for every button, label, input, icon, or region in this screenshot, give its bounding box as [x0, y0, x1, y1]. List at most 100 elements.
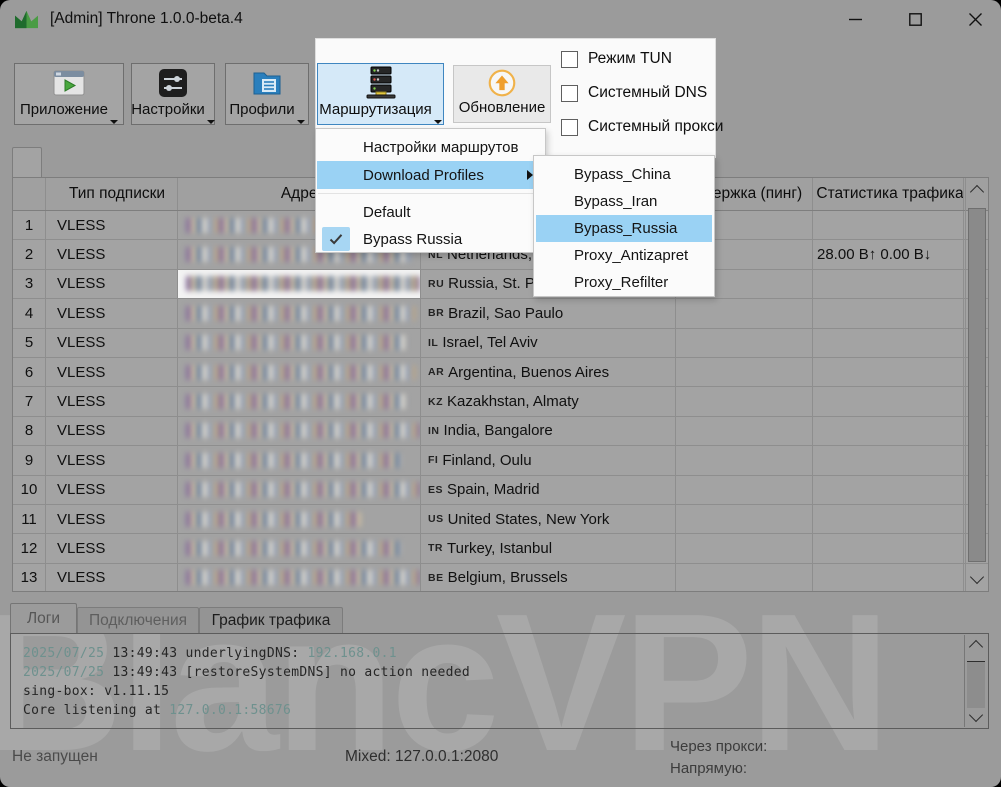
system-dns-checkbox[interactable]: Системный DNS — [561, 84, 707, 102]
table-row[interactable]: 9VLESSFIFinland, Oulu — [13, 446, 988, 475]
table-body: 1VLESS2VLESSNLNetherlands,28.00 B↑ 0.00 … — [13, 211, 988, 592]
settings-button[interactable]: Настройки — [131, 63, 215, 125]
redacted-address — [186, 365, 416, 380]
scroll-up-icon[interactable] — [970, 185, 984, 199]
table-cell: ILIsrael, Tel Aviv — [421, 329, 676, 357]
table-row[interactable]: 6VLESSARArgentina, Buenos Aires — [13, 358, 988, 387]
submenu-item-proxy_refilter[interactable]: Proxy_Refilter — [536, 269, 712, 296]
submenu-item-bypass_china[interactable]: Bypass_China — [536, 161, 712, 188]
tun-mode-checkbox[interactable]: Режим TUN — [561, 50, 672, 68]
table-cell — [676, 505, 813, 533]
table-row[interactable]: 5VLESSILIsrael, Tel Aviv — [13, 329, 988, 358]
group-tab[interactable] — [12, 147, 42, 177]
table-cell: FIFinland, Oulu — [421, 446, 676, 474]
menu-item-default[interactable]: Default — [317, 198, 544, 226]
scroll-up-icon[interactable] — [969, 640, 983, 654]
table-cell — [813, 299, 964, 327]
table-cell: BRBrazil, Sao Paulo — [421, 299, 676, 327]
table-cell: VLESS — [46, 270, 178, 298]
redacted-address — [186, 482, 420, 497]
routing-button[interactable]: Маршрутизация — [317, 63, 444, 125]
bottom-tabbar: Логи Подключения График трафика — [0, 603, 1001, 634]
country-name: Argentina, Buenos Aires — [448, 364, 609, 381]
sliders-icon — [158, 65, 188, 101]
redacted-address — [186, 541, 401, 556]
application-button[interactable]: Приложение — [14, 63, 124, 125]
table-cell: 28.00 B↑ 0.00 B↓ — [813, 240, 964, 268]
checkbox-box-icon — [561, 51, 578, 68]
maximize-button[interactable] — [892, 0, 938, 38]
checkbox-box-icon — [561, 119, 578, 136]
scrollbar-thumb[interactable] — [967, 661, 985, 708]
header-num[interactable] — [13, 178, 46, 210]
tab-connections[interactable]: Подключения — [77, 607, 199, 634]
window-title: [Admin] Throne 1.0.0-beta.4 — [50, 10, 243, 28]
country-name: Brazil, Sao Paulo — [448, 305, 563, 322]
table-cell: 3 — [13, 270, 46, 298]
menu-item-label: Bypass Russia — [363, 231, 462, 248]
table-cell — [676, 564, 813, 592]
menu-item-route-settings[interactable]: Настройки маршрутов — [317, 133, 544, 161]
menu-separator — [318, 193, 543, 194]
country-code: RU — [428, 278, 444, 290]
redacted-address — [186, 512, 361, 527]
table-cell — [813, 329, 964, 357]
table-cell: VLESS — [46, 476, 178, 504]
table-cell: VLESS — [46, 240, 178, 268]
tab-logs[interactable]: Логи — [10, 603, 77, 634]
table-row[interactable]: 12VLESSTRTurkey, Istanbul — [13, 534, 988, 563]
table-cell: 2 — [13, 240, 46, 268]
table-row[interactable]: 8VLESSINIndia, Bangalore — [13, 417, 988, 446]
tab-traffic-graph[interactable]: График трафика — [199, 607, 343, 634]
table-cell — [813, 387, 964, 415]
table-row[interactable]: 4VLESSBRBrazil, Sao Paulo — [13, 299, 988, 328]
close-button[interactable] — [952, 0, 998, 38]
chevron-down-icon — [110, 120, 118, 124]
table-cell: 1 — [13, 211, 46, 239]
table-cell — [813, 534, 964, 562]
routing-menu: Настройки маршрутов Download Profiles De… — [315, 128, 546, 253]
submenu-item-bypass_iran[interactable]: Bypass_Iran — [536, 188, 712, 215]
table-cell: 13 — [13, 564, 46, 592]
redacted-address — [186, 306, 416, 321]
table-row[interactable]: 11VLESSUSUnited States, New York — [13, 505, 988, 534]
table-row[interactable]: 13VLESSBEBelgium, Brussels — [13, 564, 988, 592]
table-row[interactable]: 10VLESSESSpain, Madrid — [13, 476, 988, 505]
table-cell — [676, 534, 813, 562]
table-cell — [676, 476, 813, 504]
table-row[interactable]: 7VLESSKZKazakhstan, Almaty — [13, 387, 988, 416]
country-code: IN — [428, 425, 440, 437]
header-traffic[interactable]: Статистика трафика — [813, 178, 964, 210]
submenu-item-proxy_antizapret[interactable]: Proxy_Antizapret — [536, 242, 712, 269]
table-cell: VLESS — [46, 564, 178, 592]
redacted-address — [186, 276, 420, 291]
header-type[interactable]: Тип подписки — [46, 178, 178, 210]
country-name: Kazakhstan, Almaty — [447, 393, 579, 410]
table-cell: ARArgentina, Buenos Aires — [421, 358, 676, 386]
table-cell — [813, 358, 964, 386]
minimize-button[interactable] — [832, 0, 878, 38]
country-code: BE — [428, 572, 444, 584]
table-scrollbar[interactable] — [965, 178, 988, 591]
table-cell: 11 — [13, 505, 46, 533]
checkbox-box-icon — [561, 85, 578, 102]
menu-item-download-profiles[interactable]: Download Profiles — [317, 161, 544, 189]
scrollbar-thumb[interactable] — [968, 208, 986, 562]
table-cell: KZKazakhstan, Almaty — [421, 387, 676, 415]
update-button[interactable]: Обновление — [453, 65, 551, 123]
redacted-address — [186, 335, 406, 350]
system-dns-label: Системный DNS — [588, 84, 707, 102]
menu-item-bypass-russia[interactable]: Bypass Russia — [317, 225, 544, 253]
chevron-down-icon — [207, 120, 215, 124]
log-scrollbar[interactable] — [964, 635, 987, 727]
table-cell: 6 — [13, 358, 46, 386]
profiles-button[interactable]: Профили — [225, 63, 309, 125]
table-cell: INIndia, Bangalore — [421, 417, 676, 445]
redacted-address — [186, 394, 406, 409]
scroll-down-icon[interactable] — [970, 570, 984, 584]
scroll-down-icon[interactable] — [969, 708, 983, 722]
table-cell — [813, 211, 964, 239]
submenu-item-bypass_russia[interactable]: Bypass_Russia — [536, 215, 712, 242]
table-row[interactable]: 3VLESSRURussia, St. Pet — [13, 270, 988, 299]
system-proxy-checkbox[interactable]: Системный прокси — [561, 118, 723, 136]
